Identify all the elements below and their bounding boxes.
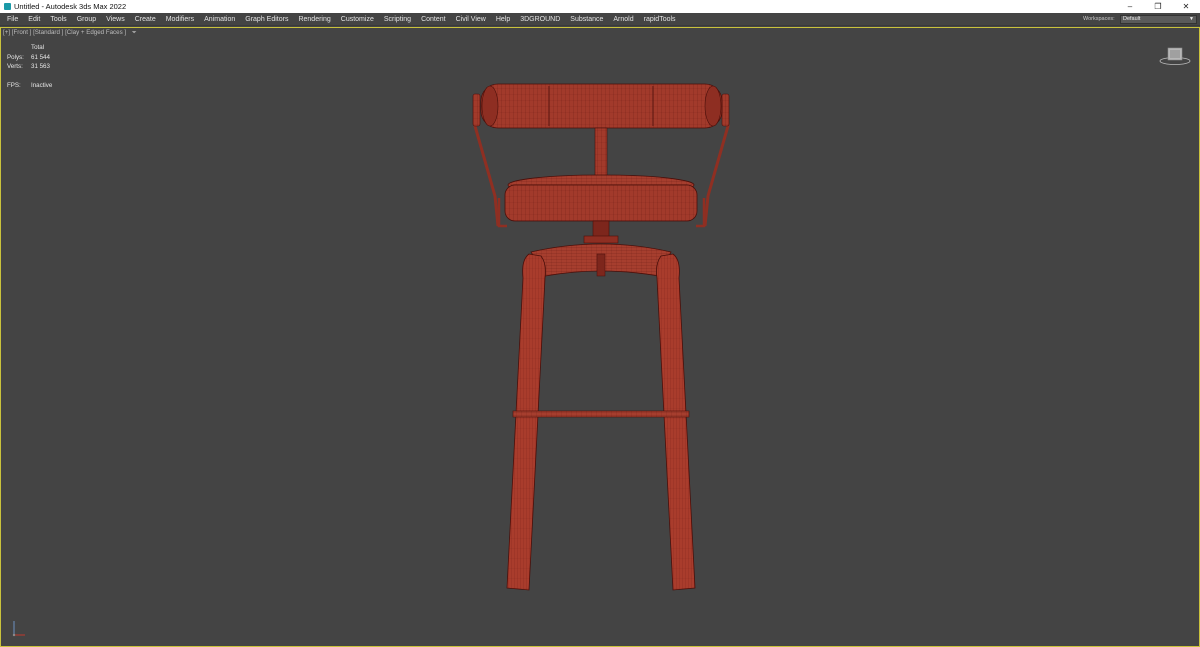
menu-items: File Edit Tools Group Views Create Modifiers An… xyxy=(2,13,681,26)
menu-item-graph-editors[interactable]: Graph Editors xyxy=(240,13,293,26)
menu-item-rapidtools[interactable]: rapidTools xyxy=(639,13,681,26)
menu-item-file[interactable]: File xyxy=(2,13,23,26)
menu-item-animation[interactable]: Animation xyxy=(199,13,240,26)
menu-item-tools[interactable]: Tools xyxy=(45,13,71,26)
menu-item-group[interactable]: Group xyxy=(72,13,101,26)
workspaces-label: Workspaces: xyxy=(1083,16,1115,22)
menu-item-views[interactable]: Views xyxy=(101,13,130,26)
workspaces-dropdown[interactable]: Default ▼ xyxy=(1120,15,1197,24)
menu-item-3dground[interactable]: 3DGROUND xyxy=(515,13,565,26)
menu-item-modifiers[interactable]: Modifiers xyxy=(161,13,199,26)
chevron-down-icon: ▼ xyxy=(1189,16,1194,22)
menu-item-civil-view[interactable]: Civil View xyxy=(451,13,491,26)
front-viewport[interactable]: [+] [Front ] [Standard ] [Clay + Edged F… xyxy=(0,27,1200,647)
menu-item-rendering[interactable]: Rendering xyxy=(293,13,335,26)
menu-item-customize[interactable]: Customize xyxy=(336,13,379,26)
menu-item-content[interactable]: Content xyxy=(416,13,451,26)
minimize-button[interactable]: – xyxy=(1116,0,1144,13)
menu-item-arnold[interactable]: Arnold xyxy=(608,13,638,26)
title-bar: Untitled - Autodesk 3ds Max 2022 – ❐ ✕ xyxy=(0,0,1200,13)
menu-bar: File Edit Tools Group Views Create Modifiers An… xyxy=(0,13,1200,26)
menu-item-edit[interactable]: Edit xyxy=(23,13,45,26)
menu-item-substance[interactable]: Substance xyxy=(565,13,608,26)
app-logo-icon xyxy=(4,3,11,10)
menu-item-create[interactable]: Create xyxy=(130,13,161,26)
close-button[interactable]: ✕ xyxy=(1172,0,1200,13)
menu-item-scripting[interactable]: Scripting xyxy=(379,13,416,26)
window-title: Untitled - Autodesk 3ds Max 2022 xyxy=(14,2,127,11)
menu-item-help[interactable]: Help xyxy=(491,13,515,26)
bar-stool-model[interactable] xyxy=(1,28,1199,646)
workspaces-value: Default xyxy=(1123,16,1141,22)
maximize-button[interactable]: ❐ xyxy=(1144,0,1172,13)
